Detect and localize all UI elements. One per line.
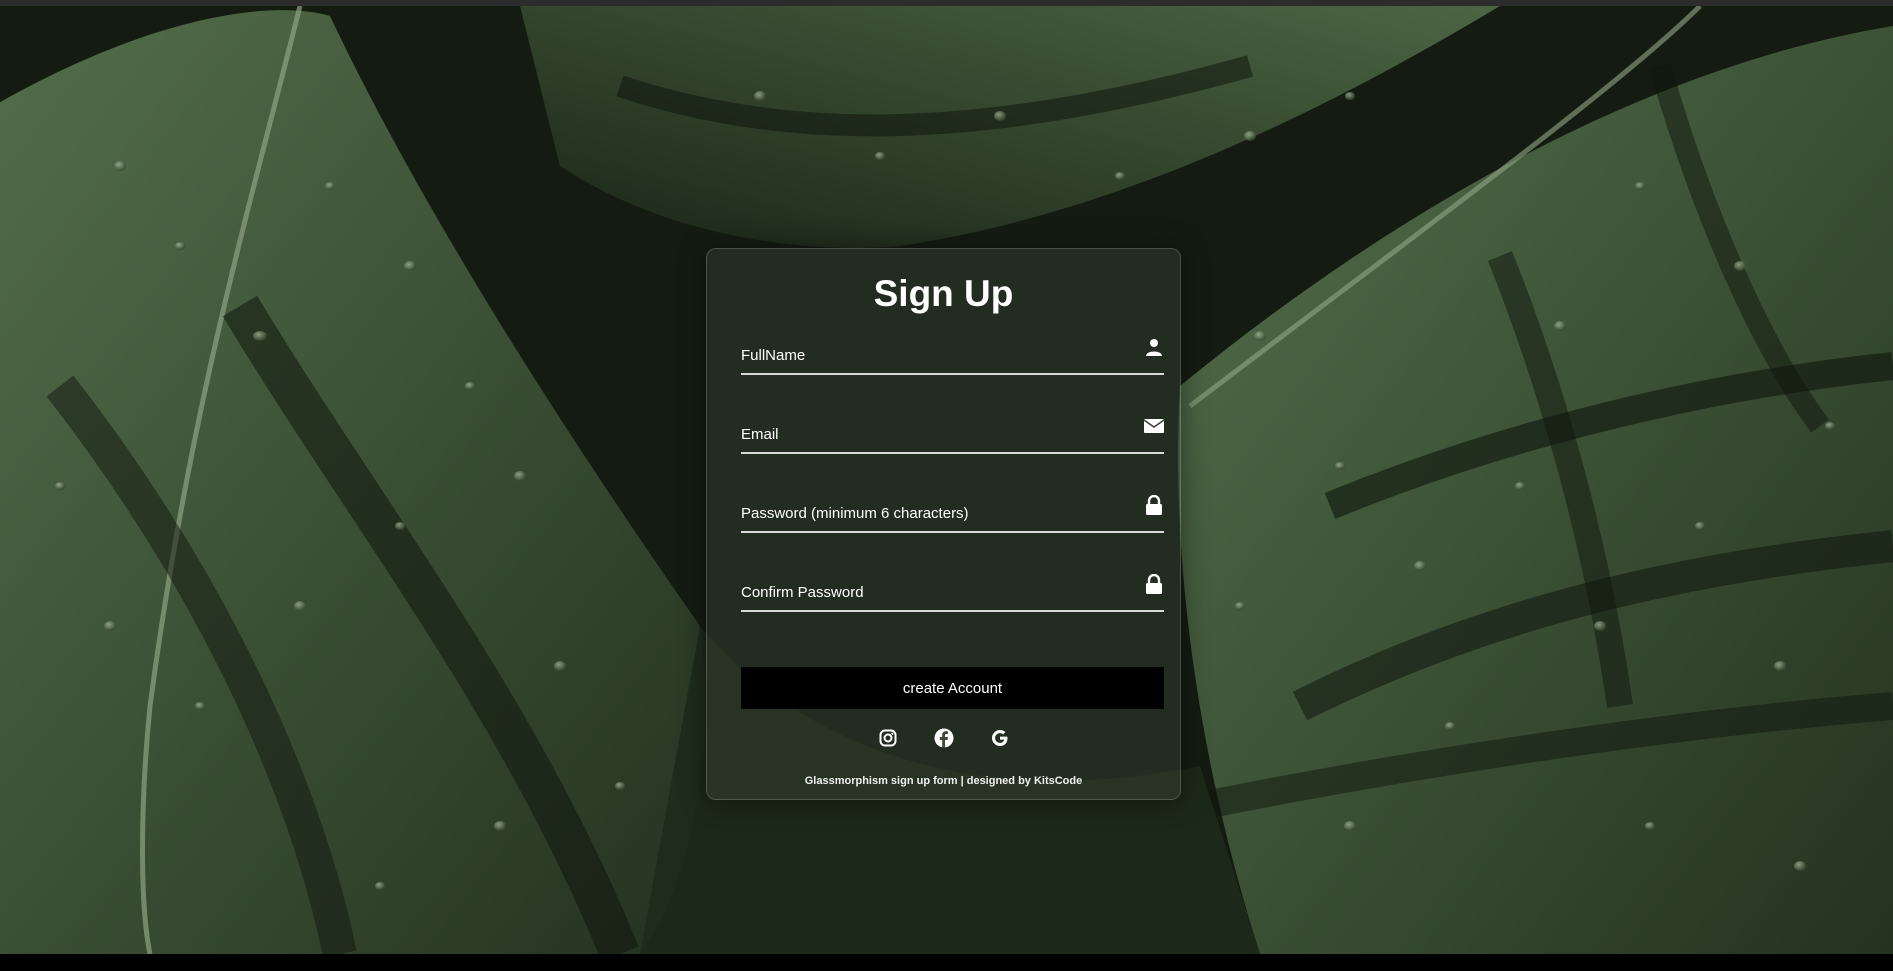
- social-links: [707, 727, 1180, 753]
- page: Sign Up FullName Email create Account Gl…: [0, 0, 1893, 971]
- signup-card: Sign Up FullName Email create Account Gl…: [706, 248, 1181, 800]
- instagram-icon[interactable]: [877, 727, 899, 749]
- confirm-password-field-wrapper: [741, 566, 1164, 612]
- footer-credit: Glassmorphism sign up form | designed by…: [804, 775, 1083, 787]
- lock-icon: [1144, 574, 1164, 594]
- facebook-icon[interactable]: [933, 727, 955, 749]
- lock-icon: [1144, 495, 1164, 515]
- confirm-password-input[interactable]: [741, 578, 1121, 606]
- google-icon[interactable]: [989, 727, 1011, 749]
- password-field-wrapper: [741, 487, 1164, 533]
- fullname-field-wrapper: [741, 329, 1164, 375]
- bottom-border: [0, 954, 1893, 971]
- password-input[interactable]: [741, 499, 1121, 527]
- create-account-button[interactable]: create Account: [741, 667, 1164, 709]
- email-input[interactable]: [741, 420, 1121, 448]
- user-icon: [1144, 337, 1164, 357]
- email-field-wrapper: [741, 408, 1164, 454]
- envelope-icon: [1144, 416, 1164, 436]
- fullname-input[interactable]: [741, 341, 1121, 369]
- form-title: Sign Up: [873, 273, 1014, 314]
